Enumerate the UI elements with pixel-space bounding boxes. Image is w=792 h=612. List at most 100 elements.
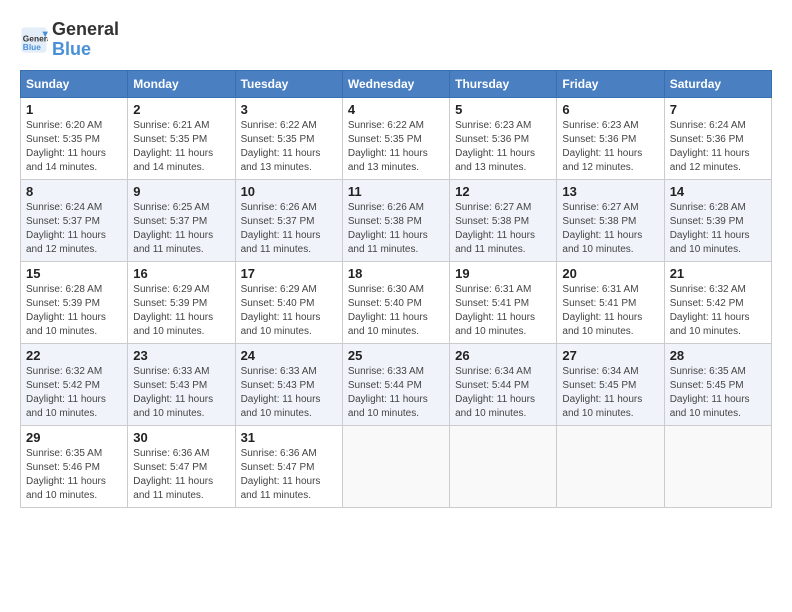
- day-cell: 12 Sunrise: 6:27 AM Sunset: 5:38 PM Dayl…: [450, 179, 557, 261]
- day-number: 29: [26, 430, 122, 445]
- day-number: 12: [455, 184, 551, 199]
- day-number: 3: [241, 102, 337, 117]
- weekday-header-row: SundayMondayTuesdayWednesdayThursdayFrid…: [21, 70, 772, 97]
- page-container: General Blue GeneralBlue SundayMondayTue…: [20, 20, 772, 508]
- header: General Blue GeneralBlue: [20, 20, 772, 60]
- day-number: 27: [562, 348, 658, 363]
- weekday-header-tuesday: Tuesday: [235, 70, 342, 97]
- day-number: 2: [133, 102, 229, 117]
- day-cell: 25 Sunrise: 6:33 AM Sunset: 5:44 PM Dayl…: [342, 343, 449, 425]
- day-number: 9: [133, 184, 229, 199]
- day-detail: Sunrise: 6:36 AM Sunset: 5:47 PM Dayligh…: [241, 448, 321, 501]
- week-row-3: 15 Sunrise: 6:28 AM Sunset: 5:39 PM Dayl…: [21, 261, 772, 343]
- week-row-4: 22 Sunrise: 6:32 AM Sunset: 5:42 PM Dayl…: [21, 343, 772, 425]
- day-number: 22: [26, 348, 122, 363]
- day-detail: Sunrise: 6:22 AM Sunset: 5:35 PM Dayligh…: [241, 120, 321, 173]
- day-detail: Sunrise: 6:33 AM Sunset: 5:43 PM Dayligh…: [241, 366, 321, 419]
- day-number: 7: [670, 102, 766, 117]
- day-cell: 9 Sunrise: 6:25 AM Sunset: 5:37 PM Dayli…: [128, 179, 235, 261]
- day-cell: 7 Sunrise: 6:24 AM Sunset: 5:36 PM Dayli…: [664, 97, 771, 179]
- day-detail: Sunrise: 6:24 AM Sunset: 5:37 PM Dayligh…: [26, 202, 106, 255]
- day-detail: Sunrise: 6:32 AM Sunset: 5:42 PM Dayligh…: [26, 366, 106, 419]
- day-cell: 5 Sunrise: 6:23 AM Sunset: 5:36 PM Dayli…: [450, 97, 557, 179]
- day-cell: 15 Sunrise: 6:28 AM Sunset: 5:39 PM Dayl…: [21, 261, 128, 343]
- day-cell: [342, 425, 449, 507]
- day-cell: 30 Sunrise: 6:36 AM Sunset: 5:47 PM Dayl…: [128, 425, 235, 507]
- day-cell: 18 Sunrise: 6:30 AM Sunset: 5:40 PM Dayl…: [342, 261, 449, 343]
- day-number: 8: [26, 184, 122, 199]
- day-detail: Sunrise: 6:26 AM Sunset: 5:37 PM Dayligh…: [241, 202, 321, 255]
- day-cell: 8 Sunrise: 6:24 AM Sunset: 5:37 PM Dayli…: [21, 179, 128, 261]
- svg-text:Blue: Blue: [23, 42, 41, 52]
- day-number: 23: [133, 348, 229, 363]
- week-row-2: 8 Sunrise: 6:24 AM Sunset: 5:37 PM Dayli…: [21, 179, 772, 261]
- day-number: 1: [26, 102, 122, 117]
- day-cell: 24 Sunrise: 6:33 AM Sunset: 5:43 PM Dayl…: [235, 343, 342, 425]
- day-detail: Sunrise: 6:23 AM Sunset: 5:36 PM Dayligh…: [562, 120, 642, 173]
- day-cell: 2 Sunrise: 6:21 AM Sunset: 5:35 PM Dayli…: [128, 97, 235, 179]
- day-cell: 29 Sunrise: 6:35 AM Sunset: 5:46 PM Dayl…: [21, 425, 128, 507]
- day-detail: Sunrise: 6:20 AM Sunset: 5:35 PM Dayligh…: [26, 120, 106, 173]
- day-cell: 28 Sunrise: 6:35 AM Sunset: 5:45 PM Dayl…: [664, 343, 771, 425]
- day-detail: Sunrise: 6:29 AM Sunset: 5:39 PM Dayligh…: [133, 284, 213, 337]
- day-cell: [664, 425, 771, 507]
- day-number: 26: [455, 348, 551, 363]
- day-detail: Sunrise: 6:35 AM Sunset: 5:46 PM Dayligh…: [26, 448, 106, 501]
- day-detail: Sunrise: 6:30 AM Sunset: 5:40 PM Dayligh…: [348, 284, 428, 337]
- day-number: 28: [670, 348, 766, 363]
- weekday-header-monday: Monday: [128, 70, 235, 97]
- day-detail: Sunrise: 6:34 AM Sunset: 5:44 PM Dayligh…: [455, 366, 535, 419]
- day-detail: Sunrise: 6:33 AM Sunset: 5:43 PM Dayligh…: [133, 366, 213, 419]
- day-number: 17: [241, 266, 337, 281]
- day-number: 11: [348, 184, 444, 199]
- day-detail: Sunrise: 6:28 AM Sunset: 5:39 PM Dayligh…: [670, 202, 750, 255]
- day-detail: Sunrise: 6:32 AM Sunset: 5:42 PM Dayligh…: [670, 284, 750, 337]
- day-cell: 3 Sunrise: 6:22 AM Sunset: 5:35 PM Dayli…: [235, 97, 342, 179]
- day-number: 24: [241, 348, 337, 363]
- day-cell: 27 Sunrise: 6:34 AM Sunset: 5:45 PM Dayl…: [557, 343, 664, 425]
- day-cell: 21 Sunrise: 6:32 AM Sunset: 5:42 PM Dayl…: [664, 261, 771, 343]
- day-cell: 31 Sunrise: 6:36 AM Sunset: 5:47 PM Dayl…: [235, 425, 342, 507]
- day-cell: 16 Sunrise: 6:29 AM Sunset: 5:39 PM Dayl…: [128, 261, 235, 343]
- day-cell: 4 Sunrise: 6:22 AM Sunset: 5:35 PM Dayli…: [342, 97, 449, 179]
- day-detail: Sunrise: 6:28 AM Sunset: 5:39 PM Dayligh…: [26, 284, 106, 337]
- day-detail: Sunrise: 6:21 AM Sunset: 5:35 PM Dayligh…: [133, 120, 213, 173]
- day-detail: Sunrise: 6:29 AM Sunset: 5:40 PM Dayligh…: [241, 284, 321, 337]
- day-number: 20: [562, 266, 658, 281]
- day-cell: 13 Sunrise: 6:27 AM Sunset: 5:38 PM Dayl…: [557, 179, 664, 261]
- day-cell: 6 Sunrise: 6:23 AM Sunset: 5:36 PM Dayli…: [557, 97, 664, 179]
- day-detail: Sunrise: 6:33 AM Sunset: 5:44 PM Dayligh…: [348, 366, 428, 419]
- day-detail: Sunrise: 6:31 AM Sunset: 5:41 PM Dayligh…: [562, 284, 642, 337]
- week-row-5: 29 Sunrise: 6:35 AM Sunset: 5:46 PM Dayl…: [21, 425, 772, 507]
- day-number: 25: [348, 348, 444, 363]
- day-cell: 17 Sunrise: 6:29 AM Sunset: 5:40 PM Dayl…: [235, 261, 342, 343]
- day-detail: Sunrise: 6:24 AM Sunset: 5:36 PM Dayligh…: [670, 120, 750, 173]
- day-detail: Sunrise: 6:22 AM Sunset: 5:35 PM Dayligh…: [348, 120, 428, 173]
- day-cell: 26 Sunrise: 6:34 AM Sunset: 5:44 PM Dayl…: [450, 343, 557, 425]
- day-number: 18: [348, 266, 444, 281]
- day-detail: Sunrise: 6:25 AM Sunset: 5:37 PM Dayligh…: [133, 202, 213, 255]
- day-detail: Sunrise: 6:23 AM Sunset: 5:36 PM Dayligh…: [455, 120, 535, 173]
- day-number: 15: [26, 266, 122, 281]
- logo: General Blue GeneralBlue: [20, 20, 119, 60]
- day-cell: 11 Sunrise: 6:26 AM Sunset: 5:38 PM Dayl…: [342, 179, 449, 261]
- logo-icon: General Blue: [20, 26, 48, 54]
- day-number: 13: [562, 184, 658, 199]
- day-cell: [557, 425, 664, 507]
- day-detail: Sunrise: 6:36 AM Sunset: 5:47 PM Dayligh…: [133, 448, 213, 501]
- day-cell: 23 Sunrise: 6:33 AM Sunset: 5:43 PM Dayl…: [128, 343, 235, 425]
- weekday-header-friday: Friday: [557, 70, 664, 97]
- day-number: 6: [562, 102, 658, 117]
- day-number: 14: [670, 184, 766, 199]
- day-detail: Sunrise: 6:27 AM Sunset: 5:38 PM Dayligh…: [455, 202, 535, 255]
- day-detail: Sunrise: 6:31 AM Sunset: 5:41 PM Dayligh…: [455, 284, 535, 337]
- day-cell: [450, 425, 557, 507]
- day-number: 10: [241, 184, 337, 199]
- day-number: 4: [348, 102, 444, 117]
- day-cell: 10 Sunrise: 6:26 AM Sunset: 5:37 PM Dayl…: [235, 179, 342, 261]
- day-cell: 22 Sunrise: 6:32 AM Sunset: 5:42 PM Dayl…: [21, 343, 128, 425]
- day-cell: 1 Sunrise: 6:20 AM Sunset: 5:35 PM Dayli…: [21, 97, 128, 179]
- day-cell: 20 Sunrise: 6:31 AM Sunset: 5:41 PM Dayl…: [557, 261, 664, 343]
- day-number: 19: [455, 266, 551, 281]
- calendar-table: SundayMondayTuesdayWednesdayThursdayFrid…: [20, 70, 772, 508]
